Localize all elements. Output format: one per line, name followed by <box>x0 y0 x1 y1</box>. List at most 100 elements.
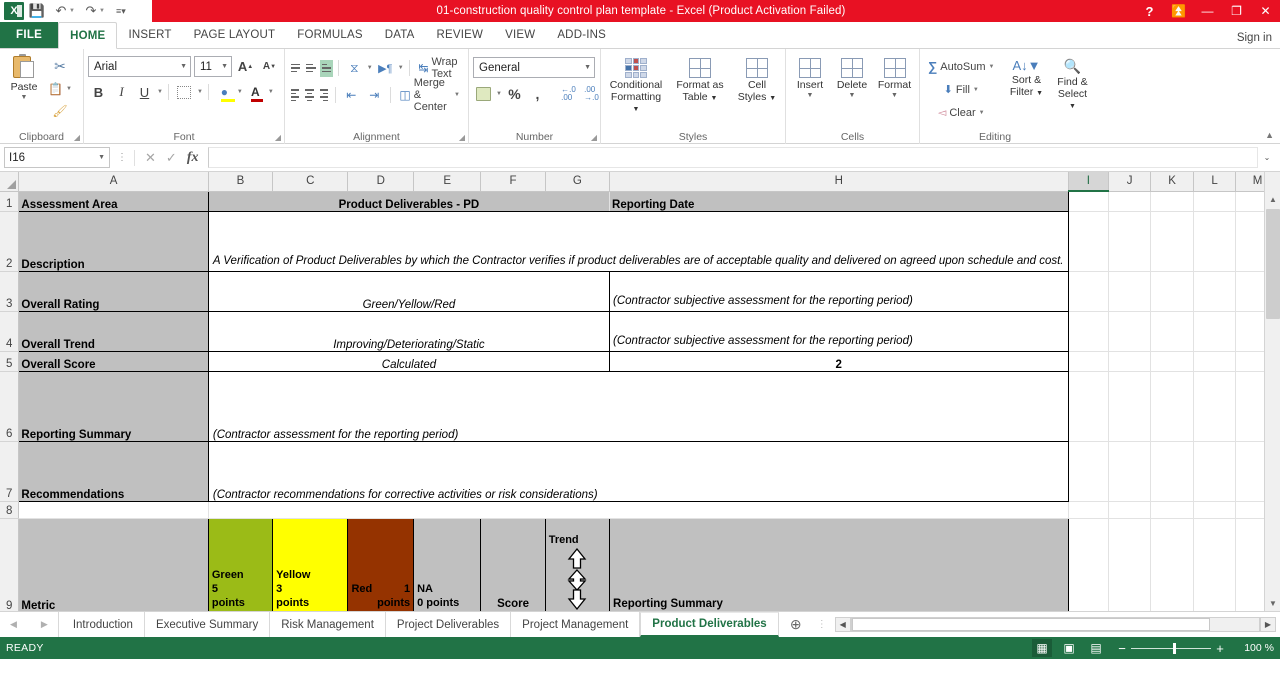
cell-J4[interactable] <box>1109 311 1151 351</box>
increase-indent-button[interactable]: ⇥ <box>364 85 385 106</box>
row-header-1[interactable]: 1 <box>0 191 19 211</box>
cell-B6[interactable]: (Contractor assessment for the reporting… <box>208 371 1068 441</box>
cell-A2[interactable]: Description <box>19 211 208 271</box>
sign-in-link[interactable]: Sign in <box>1237 32 1272 44</box>
insert-caret-icon[interactable]: ▼ <box>807 92 814 99</box>
row-header-8[interactable]: 8 <box>0 501 19 518</box>
tab-file[interactable]: FILE <box>0 21 58 48</box>
cell-J1[interactable] <box>1109 191 1151 211</box>
expand-formula-bar-icon[interactable]: ⌄ <box>1258 153 1276 162</box>
restore-icon[interactable]: ❐ <box>1222 0 1251 22</box>
cell-J3[interactable] <box>1109 271 1151 311</box>
tab-add-ins[interactable]: ADD-INS <box>546 22 617 48</box>
cell-A6[interactable]: Reporting Summary <box>19 371 208 441</box>
cell-J8[interactable] <box>1109 501 1151 518</box>
autosum-caret-icon[interactable]: ▼ <box>989 64 995 70</box>
cell-L3[interactable] <box>1193 271 1235 311</box>
cell-H3[interactable]: (Contractor subjective assessment for th… <box>610 271 1068 311</box>
clear-caret-icon[interactable]: ▼ <box>979 110 985 116</box>
clear-button[interactable]: ◅ Clear ▼ <box>924 102 998 123</box>
cell-J2[interactable] <box>1109 211 1151 271</box>
align-middle-button[interactable] <box>304 60 317 77</box>
cell-H5[interactable]: 2 <box>610 351 1068 371</box>
text-direction-caret-icon[interactable]: ▼ <box>398 65 404 71</box>
orientation-button[interactable]: ⧖ <box>344 58 365 79</box>
text-direction-button[interactable]: ▶¶ <box>375 58 396 79</box>
format-caret-icon[interactable]: ▼ <box>891 92 898 99</box>
font-size-input[interactable]: 11▼ <box>194 56 232 77</box>
row-header-7[interactable]: 7 <box>0 441 19 501</box>
fill-color-button[interactable]: ● <box>214 82 235 103</box>
font-family-caret-icon[interactable]: ▼ <box>176 63 187 70</box>
align-left-button[interactable] <box>289 87 301 104</box>
undo-caret-icon[interactable]: ▼ <box>69 8 78 14</box>
cell-K1[interactable] <box>1151 191 1194 211</box>
column-header-F[interactable]: F <box>481 172 545 191</box>
cell-L8[interactable] <box>1193 501 1235 518</box>
cell-B9[interactable]: Green 5 points <box>208 518 272 611</box>
column-header-K[interactable]: K <box>1151 172 1194 191</box>
cell-A5[interactable]: Overall Score <box>19 351 208 371</box>
cell-I2[interactable] <box>1068 211 1109 271</box>
cell-H1[interactable]: Reporting Date <box>610 191 1068 211</box>
underline-caret-icon[interactable]: ▼ <box>157 89 163 95</box>
accounting-format-button[interactable] <box>473 84 494 105</box>
cell-D9[interactable]: Red1 points <box>348 518 414 611</box>
tab-review[interactable]: REVIEW <box>426 22 495 48</box>
column-header-D[interactable]: D <box>348 172 414 191</box>
page-layout-view-icon[interactable]: ▣ <box>1059 639 1079 657</box>
cell-K3[interactable] <box>1151 271 1194 311</box>
cell-I3[interactable] <box>1068 271 1109 311</box>
font-family-input[interactable]: Arial▼ <box>88 56 191 77</box>
number-dialog-launcher-icon[interactable]: ◢ <box>591 133 597 142</box>
cell-K5[interactable] <box>1151 351 1194 371</box>
close-icon[interactable]: ✕ <box>1251 0 1280 22</box>
cell-G9[interactable]: Trend <box>545 518 609 611</box>
zoom-slider[interactable]: − + <box>1117 641 1225 656</box>
name-box-caret-icon[interactable]: ▼ <box>98 154 105 161</box>
cell-I1[interactable] <box>1068 191 1109 211</box>
cell-H4[interactable]: (Contractor subjective assessment for th… <box>610 311 1068 351</box>
cell-B8[interactable] <box>208 501 1068 518</box>
borders-button[interactable] <box>174 82 195 103</box>
bold-button[interactable]: B <box>88 82 109 103</box>
cell-A1[interactable]: Assessment Area <box>19 191 208 211</box>
formula-input[interactable] <box>208 147 1258 168</box>
select-all-corner[interactable] <box>0 172 19 191</box>
cell-J5[interactable] <box>1109 351 1151 371</box>
redo-caret-icon[interactable]: ▼ <box>99 8 108 14</box>
cell-B1[interactable]: Product Deliverables - PD <box>208 191 609 211</box>
cell-B7[interactable]: (Contractor recommendations for correcti… <box>208 441 1068 501</box>
name-box[interactable]: I16 ▼ <box>4 147 110 168</box>
column-header-H[interactable]: H <box>610 172 1068 191</box>
cell-K9[interactable] <box>1151 518 1194 611</box>
cell-J6[interactable] <box>1109 371 1151 441</box>
zoom-in-icon[interactable]: + <box>1215 641 1225 656</box>
increase-font-size-button[interactable]: A▲ <box>235 56 256 77</box>
column-header-I[interactable]: I <box>1068 172 1109 191</box>
column-header-B[interactable]: B <box>208 172 272 191</box>
tab-insert[interactable]: INSERT <box>117 22 182 48</box>
tab-view[interactable]: VIEW <box>494 22 546 48</box>
sheet-tab-risk-management[interactable]: Risk Management <box>270 612 386 637</box>
cell-A7[interactable]: Recommendations <box>19 441 208 501</box>
format-painter-button[interactable]: 🖌 <box>44 100 76 121</box>
underline-button[interactable]: U <box>134 82 155 103</box>
cell-F9[interactable]: Score <box>481 518 545 611</box>
insert-function-icon[interactable]: fx <box>187 150 199 166</box>
align-bottom-button[interactable] <box>320 60 333 77</box>
cell-J9[interactable] <box>1109 518 1151 611</box>
comma-format-button[interactable]: , <box>527 84 548 105</box>
sheet-tab-executive-summary[interactable]: Executive Summary <box>145 612 270 637</box>
normal-view-icon[interactable]: ▦ <box>1032 639 1052 657</box>
confirm-formula-icon[interactable]: ✓ <box>166 150 177 166</box>
cell-L1[interactable] <box>1193 191 1235 211</box>
cell-A9[interactable]: Metric <box>19 518 208 611</box>
cell-B4[interactable]: Improving/Deteriorating/Static <box>208 311 609 351</box>
cell-L6[interactable] <box>1193 371 1235 441</box>
hscroll-track[interactable] <box>851 617 1260 632</box>
cell-E9[interactable]: NA 0 points <box>414 518 481 611</box>
next-sheet-icon[interactable]: ▶ <box>35 619 54 630</box>
cell-B3[interactable]: Green/Yellow/Red <box>208 271 609 311</box>
align-center-button[interactable] <box>303 87 315 104</box>
